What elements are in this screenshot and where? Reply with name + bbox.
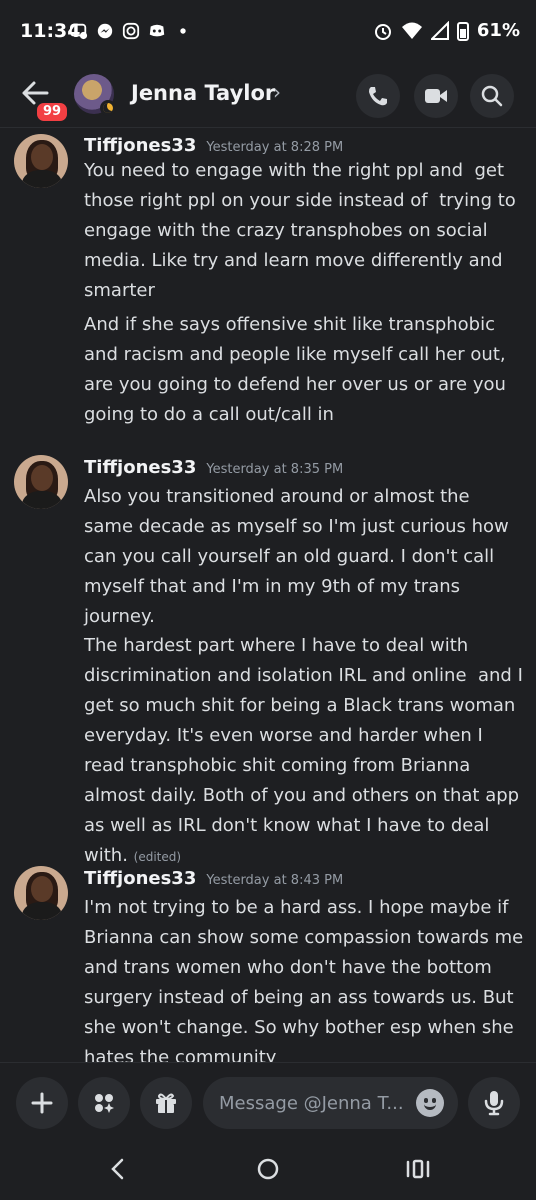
gift-icon <box>156 1093 176 1113</box>
video-call-button[interactable] <box>414 74 458 118</box>
nav-recents-button[interactable] <box>398 1154 438 1184</box>
message-timestamp: Yesterday at 8:43 PM <box>206 873 344 888</box>
message-text-edited: The hardest part where I have to deal wi… <box>84 631 524 872</box>
message-timestamp: Yesterday at 8:35 PM <box>206 462 344 477</box>
system-nav-bar <box>0 1140 536 1200</box>
dm-header: 99 Jenna Taylor › <box>0 66 536 128</box>
contact-name[interactable]: Jenna Taylor <box>131 81 275 105</box>
search-button[interactable] <box>470 74 514 118</box>
status-bar: 11:34 61% <box>0 0 536 66</box>
author-name[interactable]: Tiffjones33 <box>84 457 196 478</box>
wifi-icon <box>401 22 422 39</box>
message-header: Tiffjones33 Yesterday at 8:28 PM <box>84 135 343 156</box>
idle-status-icon <box>100 100 116 116</box>
apps-icon <box>95 1094 114 1113</box>
author-avatar[interactable] <box>14 134 68 188</box>
nav-back-button[interactable] <box>98 1154 138 1184</box>
status-notification-icons <box>70 22 192 40</box>
message-header: Tiffjones33 Yesterday at 8:43 PM <box>84 868 343 889</box>
phone-icon <box>369 87 387 106</box>
battery-percent: 61% <box>476 20 520 41</box>
edited-label: (edited) <box>133 850 182 864</box>
status-system-icons: 61% <box>373 20 520 41</box>
gift-button[interactable] <box>140 1077 192 1129</box>
author-avatar[interactable] <box>14 866 68 920</box>
author-name[interactable]: Tiffjones33 <box>84 135 196 156</box>
messenger-notif-icon <box>70 23 88 40</box>
author-avatar[interactable] <box>14 455 68 509</box>
unread-badge: 99 <box>34 100 71 124</box>
messenger-icon <box>97 23 113 39</box>
voice-call-button[interactable] <box>356 74 400 118</box>
nav-home-button[interactable] <box>248 1154 288 1184</box>
search-icon <box>481 85 503 107</box>
chevron-left-icon <box>111 1158 124 1180</box>
signal-icon <box>430 20 449 40</box>
attach-button[interactable] <box>16 1077 68 1129</box>
message-timestamp: Yesterday at 8:28 PM <box>206 140 344 155</box>
apps-button[interactable] <box>78 1077 130 1129</box>
composer-bar <box>0 1062 536 1140</box>
message-text: And if she says offensive shit like tran… <box>84 314 512 425</box>
alarm-icon <box>374 23 391 40</box>
battery-icon <box>456 21 469 41</box>
plus-icon <box>31 1092 53 1114</box>
message-list[interactable]: Tiffjones33 Yesterday at 8:28 PM You nee… <box>0 128 536 1062</box>
discord-notif-icon <box>149 24 165 37</box>
message-text: You need to engage with the right ppl an… <box>84 160 522 301</box>
microphone-icon <box>484 1091 504 1116</box>
message-header: Tiffjones33 Yesterday at 8:35 PM <box>84 457 343 478</box>
message-text: The hardest part where I have to deal wi… <box>84 635 529 866</box>
message-text: Also you transitioned around or almost t… <box>84 486 515 627</box>
voice-message-button[interactable] <box>468 1077 520 1129</box>
video-camera-icon <box>425 89 447 103</box>
author-name[interactable]: Tiffjones33 <box>84 868 196 889</box>
instagram-icon <box>122 22 140 40</box>
home-circle-icon <box>257 1158 279 1180</box>
emoji-icon[interactable] <box>416 1089 444 1117</box>
message-text: I'm not trying to be a hard ass. I hope … <box>84 897 529 1062</box>
chevron-right-icon[interactable]: › <box>273 80 281 104</box>
recents-icon <box>406 1159 430 1179</box>
dot-icon <box>180 28 186 34</box>
